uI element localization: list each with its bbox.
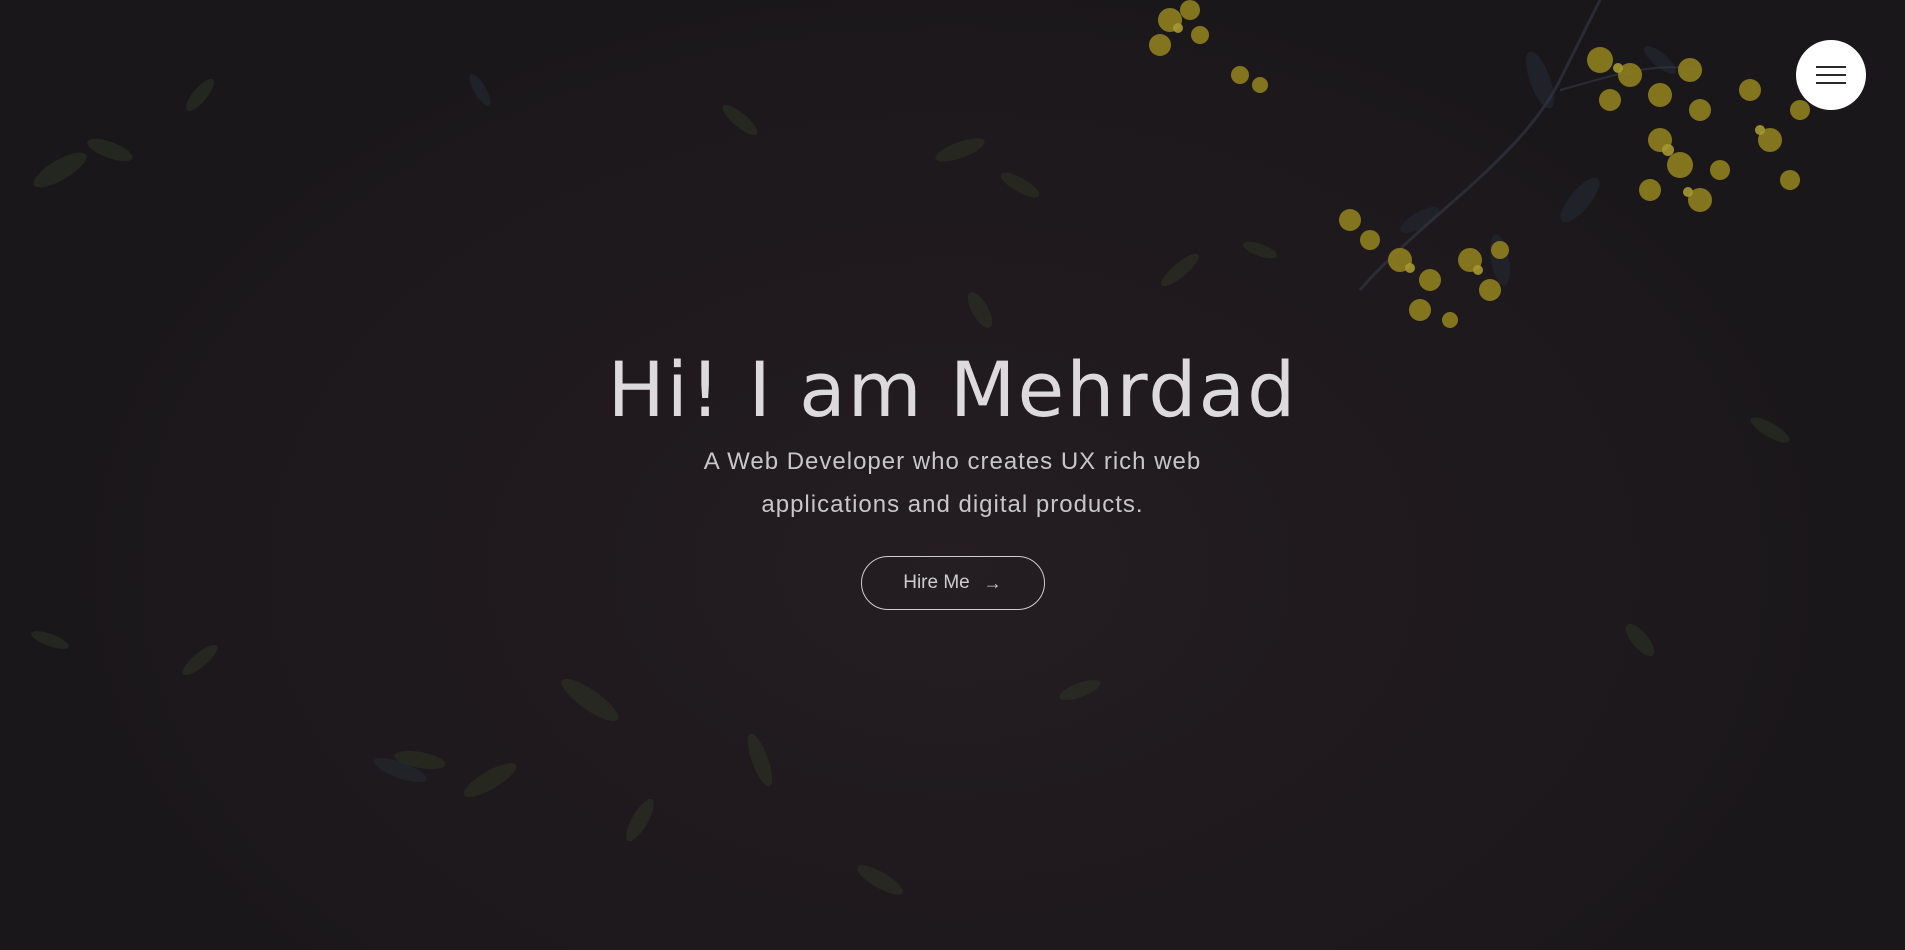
menu-button[interactable] bbox=[1796, 40, 1866, 110]
hamburger-icon bbox=[1816, 66, 1846, 68]
hamburger-icon bbox=[1816, 82, 1846, 84]
hero-headline: Hi! I am Mehrdad bbox=[607, 345, 1298, 434]
arrow-right-icon: → bbox=[983, 573, 1002, 593]
hero-section: Hi! I am Mehrdad A Web Developer who cre… bbox=[0, 0, 1905, 950]
hero-subtitle: A Web Developer who creates UX rich web … bbox=[693, 440, 1213, 526]
hero-content: Hi! I am Mehrdad A Web Developer who cre… bbox=[0, 340, 1905, 610]
hamburger-icon bbox=[1816, 74, 1846, 76]
hire-me-button[interactable]: Hire Me → bbox=[860, 556, 1045, 610]
hire-me-label: Hire Me bbox=[903, 572, 970, 593]
hero-subtitle-line1: A Web Developer who creates UX rich web bbox=[703, 448, 1202, 475]
hero-subtitle-line2: applications and digital products. bbox=[761, 491, 1144, 518]
